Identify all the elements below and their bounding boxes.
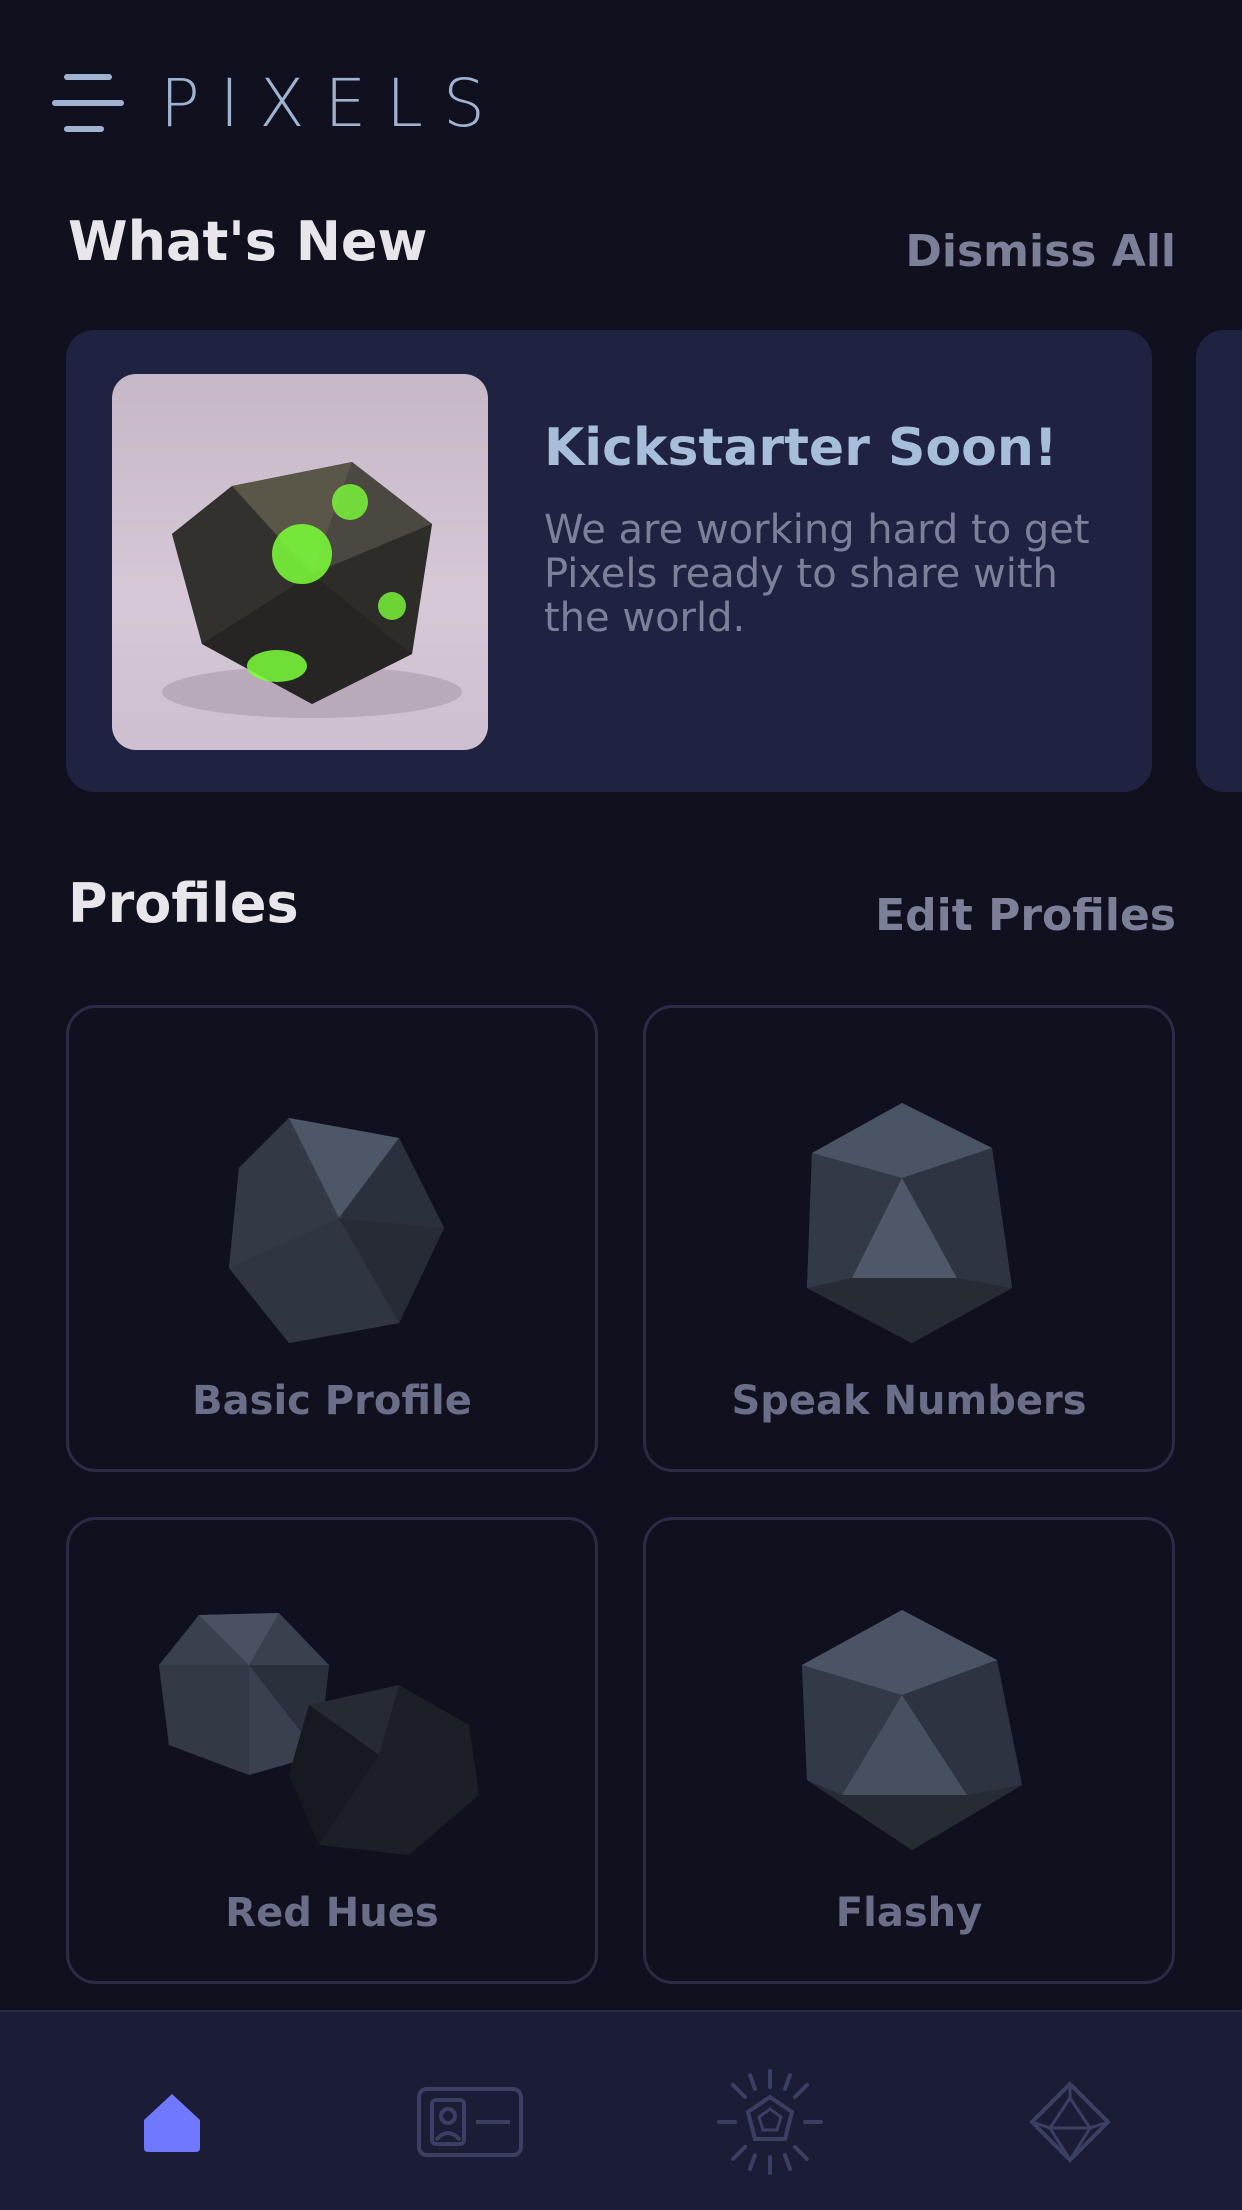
whats-new-title: What's New [68, 210, 428, 273]
d20-die-image [229, 1118, 444, 1343]
dice-burst-icon [717, 2069, 823, 2175]
profile-label: Speak Numbers [731, 1378, 1087, 1424]
edit-profiles-button[interactable]: Edit Profiles [875, 890, 1176, 941]
profile-label: Flashy [835, 1890, 983, 1936]
profile-card-speak-numbers[interactable]: Speak Numbers [643, 1005, 1175, 1472]
nav-dice-bag[interactable] [1010, 2072, 1130, 2172]
news-body: We are working hard to get Pixels ready … [544, 507, 1090, 641]
d20-icon [1029, 2081, 1111, 2163]
news-title: Kickstarter Soon! [544, 418, 1058, 478]
two-dice-image [159, 1613, 479, 1855]
profile-label: Basic Profile [192, 1378, 472, 1424]
news-image [112, 374, 488, 750]
nav-profiles[interactable] [410, 2072, 530, 2172]
profile-card-red-hues[interactable]: Red Hues [66, 1517, 598, 1984]
nav-home[interactable] [112, 2072, 232, 2172]
profile-card-flashy[interactable]: Flashy [643, 1517, 1175, 1984]
profile-label: Red Hues [225, 1890, 439, 1936]
profiles-title: Profiles [68, 872, 299, 935]
home-icon [144, 2094, 200, 2152]
d20-die-image [807, 1103, 1012, 1343]
dismiss-all-button[interactable]: Dismiss All [905, 226, 1176, 277]
app-logo: PIXELS [160, 65, 505, 142]
profile-card-basic[interactable]: Basic Profile [66, 1005, 598, 1472]
menu-icon[interactable] [52, 72, 124, 136]
bottom-nav [0, 2010, 1242, 2210]
d20-die-image [802, 1610, 1022, 1850]
id-card-icon [417, 2087, 523, 2157]
news-card-next[interactable] [1196, 330, 1242, 792]
nav-dice[interactable] [710, 2069, 830, 2175]
